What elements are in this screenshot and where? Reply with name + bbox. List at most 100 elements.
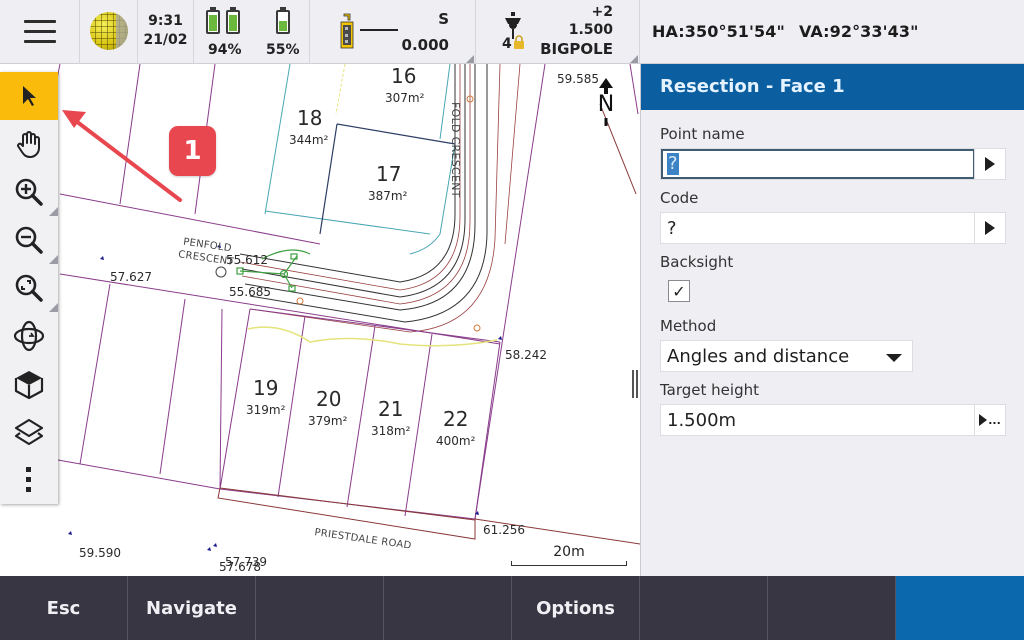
target-height-options-button[interactable]: ... bbox=[974, 405, 1005, 435]
more-vertical-icon bbox=[26, 467, 31, 492]
zoom-out-tool[interactable] bbox=[0, 216, 58, 264]
select-tool[interactable] bbox=[0, 72, 58, 120]
clock[interactable]: 9:31 21/02 bbox=[138, 0, 194, 64]
elevation-label: 59.590 bbox=[79, 546, 121, 560]
panel-title: Resection - Face 1 bbox=[641, 64, 1024, 110]
coordinate-system-button[interactable] bbox=[80, 0, 138, 64]
zoom-in-icon bbox=[15, 178, 43, 206]
method-value: Angles and distance bbox=[667, 346, 850, 367]
battery-1-level: 94% bbox=[208, 42, 242, 58]
checkmark-icon: ✓ bbox=[672, 281, 686, 301]
battery-status[interactable]: 94% 55% bbox=[194, 0, 310, 64]
map-view[interactable]: 16 307m² 18 344m² 17 387m² 19 319m² 20 3… bbox=[0, 64, 640, 576]
lot-area: 344m² bbox=[289, 133, 329, 147]
softkey-bar: Esc Navigate Options bbox=[0, 576, 1024, 640]
layers-tool[interactable] bbox=[0, 408, 58, 456]
code-label: Code bbox=[660, 189, 699, 207]
point-name-label: Point name bbox=[660, 125, 745, 143]
north-arrow: N bbox=[596, 76, 616, 126]
orbit-tool[interactable] bbox=[0, 312, 58, 360]
esc-button[interactable]: Esc bbox=[0, 576, 128, 640]
backsight-label: Backsight bbox=[660, 253, 734, 271]
instrument-station-marker bbox=[215, 266, 227, 278]
orbit-icon bbox=[13, 320, 45, 352]
battery-2-level: 55% bbox=[266, 42, 300, 58]
lot-number: 21 bbox=[378, 397, 404, 421]
lot-number: 20 bbox=[316, 387, 342, 411]
annotation-callout: 1 bbox=[169, 126, 216, 176]
elevation-label: 59.585 bbox=[557, 72, 599, 86]
point-name-field[interactable]: ? bbox=[660, 148, 1006, 180]
layers-icon bbox=[14, 418, 44, 446]
target-height-label: Target height bbox=[660, 381, 759, 399]
code-field[interactable]: ? bbox=[660, 212, 1006, 244]
menu-button[interactable] bbox=[0, 0, 80, 64]
angle-readout: HA:350°51'54" VA:92°33'43" bbox=[640, 0, 1024, 64]
code-select-button[interactable] bbox=[974, 213, 1005, 243]
battery-icon bbox=[206, 7, 220, 34]
zoom-extents-icon bbox=[15, 274, 43, 302]
resection-panel: Resection - Face 1 Point name ? Code ? B… bbox=[640, 64, 1024, 576]
lot-area: 400m² bbox=[436, 434, 476, 448]
lot-area: 318m² bbox=[371, 424, 411, 438]
horizontal-angle: HA:350°51'54" bbox=[652, 22, 785, 41]
battery-icon bbox=[276, 7, 290, 34]
zoom-in-tool[interactable] bbox=[0, 168, 58, 216]
pointer-arrow-icon bbox=[23, 86, 36, 106]
lot-area: 319m² bbox=[246, 403, 286, 417]
options-button[interactable]: Options bbox=[512, 576, 640, 640]
expand-corner-icon bbox=[630, 55, 638, 63]
arrow-right-icon bbox=[979, 414, 988, 426]
ellipsis-icon: ... bbox=[988, 413, 1001, 427]
point-name-select-button[interactable] bbox=[974, 149, 1005, 179]
time-text: 9:31 bbox=[148, 13, 183, 29]
target-number: 4 bbox=[502, 36, 512, 52]
globe-icon bbox=[90, 12, 128, 50]
target-height-value: 1.500 bbox=[568, 22, 613, 38]
softkey-4-button[interactable] bbox=[384, 576, 512, 640]
point-name-value: ? bbox=[667, 153, 679, 175]
submenu-indicator-icon bbox=[49, 303, 58, 312]
instrument-status[interactable]: S 0.000 bbox=[310, 0, 476, 64]
lock-icon bbox=[514, 35, 524, 49]
view-cube-tool[interactable] bbox=[0, 360, 58, 408]
more-tool[interactable] bbox=[0, 456, 58, 504]
lot-number: 18 bbox=[297, 106, 323, 130]
lot-number: 22 bbox=[443, 407, 469, 431]
instrument-value: 0.000 bbox=[401, 36, 449, 54]
road-name-label: FOLD CRESCENT bbox=[449, 102, 462, 198]
softkey-6-button[interactable] bbox=[640, 576, 768, 640]
target-status[interactable]: 4 +2 1.500 BIGPOLE bbox=[476, 0, 640, 64]
lot-number: 19 bbox=[253, 376, 279, 400]
hamburger-menu-icon bbox=[24, 20, 56, 44]
zoom-extents-tool[interactable] bbox=[0, 264, 58, 312]
status-bar: 9:31 21/02 94% 55% S 0.000 4 +2 1.500 BI… bbox=[0, 0, 1024, 64]
navigate-button[interactable]: Navigate bbox=[128, 576, 256, 640]
primary-action-button[interactable] bbox=[896, 576, 1024, 640]
scale-bar: 20m bbox=[511, 544, 627, 568]
north-label: N bbox=[597, 92, 615, 117]
zoom-out-icon bbox=[15, 226, 43, 254]
point-name-input[interactable] bbox=[661, 149, 975, 179]
battery-icon bbox=[226, 7, 240, 34]
panel-resize-handle[interactable] bbox=[630, 370, 640, 400]
date-text: 21/02 bbox=[143, 32, 188, 48]
instrument-mode: S bbox=[438, 10, 449, 28]
backsight-checkbox[interactable]: ✓ bbox=[668, 280, 690, 302]
code-value: ? bbox=[667, 218, 677, 239]
submenu-indicator-icon bbox=[49, 207, 58, 216]
elevation-label: 55.685 bbox=[229, 285, 271, 299]
chevron-down-icon bbox=[886, 354, 902, 362]
vertical-angle: VA:92°33'43" bbox=[798, 22, 919, 41]
total-station-icon bbox=[340, 13, 354, 49]
elevation-label: 57.678 bbox=[219, 560, 261, 574]
target-height-field[interactable]: 1.500m ... bbox=[660, 404, 1006, 436]
pan-tool[interactable] bbox=[0, 120, 58, 168]
softkey-3-button[interactable] bbox=[256, 576, 384, 640]
softkey-7-button[interactable] bbox=[768, 576, 896, 640]
arrow-right-icon bbox=[985, 221, 995, 235]
method-dropdown[interactable]: Angles and distance bbox=[660, 340, 913, 372]
lot-area: 307m² bbox=[385, 91, 425, 105]
map-toolbar bbox=[0, 72, 58, 504]
cube-icon bbox=[14, 371, 44, 400]
